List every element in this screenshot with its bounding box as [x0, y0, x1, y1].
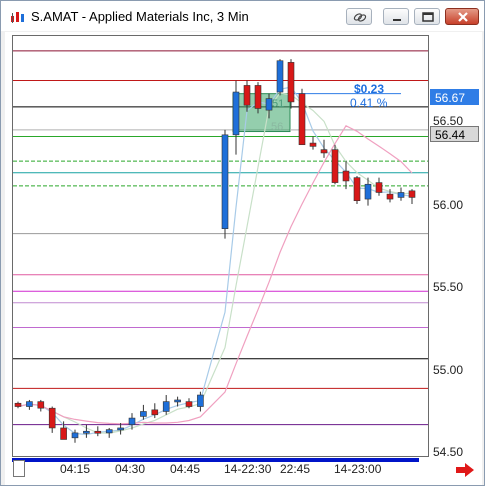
maximize-button[interactable]	[414, 8, 440, 25]
candle-body	[14, 402, 22, 407]
title-bar[interactable]: S.AMAT - Applied Materials Inc, 3 Min	[1, 1, 484, 31]
candle-body	[105, 429, 113, 434]
y-tick-label: 56.00	[433, 198, 464, 212]
candle-body	[243, 85, 251, 106]
candle-body	[185, 401, 193, 407]
position-entry-label: 51	[272, 98, 285, 110]
candle-body	[364, 183, 372, 200]
candle-body	[353, 177, 361, 202]
candle-body	[140, 411, 147, 417]
candle-body	[26, 401, 33, 407]
scroll-right-arrow-icon[interactable]	[456, 463, 474, 477]
candle-body	[342, 170, 350, 182]
link-icon	[353, 13, 367, 22]
chart-area[interactable]: $0.23 0.41 % 51 56 56.50 56.00 55.50 55.…	[5, 32, 482, 485]
last-price-badge: 56.67	[430, 89, 479, 105]
minimize-icon	[393, 19, 401, 21]
close-button[interactable]	[445, 8, 479, 25]
candle-body	[221, 134, 229, 230]
candle-body	[375, 182, 383, 193]
candle-body	[48, 407, 56, 429]
y-tick-label: 54.50	[433, 445, 464, 459]
scroll-position-box[interactable]	[13, 460, 25, 477]
candle-body	[174, 399, 181, 403]
x-tick-label: 22:45	[280, 462, 311, 476]
position-profit: $0.23	[354, 82, 385, 96]
candle-body	[309, 142, 317, 147]
candle-body	[254, 85, 262, 109]
candle-body	[71, 432, 79, 439]
close-icon	[458, 12, 468, 22]
candle-body	[232, 91, 240, 136]
minimize-button[interactable]	[383, 8, 409, 25]
position-price-badge: 56.44	[430, 126, 479, 142]
candle-body	[287, 62, 295, 103]
x-tick-label: 04:45	[170, 462, 201, 476]
candle-body	[397, 192, 405, 198]
price-plot[interactable]: $0.23 0.41 % 51 56	[12, 35, 429, 457]
x-tick-label: 04:30	[115, 462, 146, 476]
candle-body	[94, 430, 102, 434]
x-tick-label: 14-22:30	[224, 462, 272, 476]
position-percent: 0.41 %	[350, 96, 388, 110]
candle-body	[331, 149, 339, 183]
candle-body	[117, 427, 124, 431]
candle-body	[298, 93, 306, 146]
candle-body	[276, 60, 284, 93]
candle-body	[83, 430, 90, 434]
x-tick-label: 14-23:00	[334, 462, 382, 476]
candle-body	[151, 409, 159, 416]
y-tick-label: 55.50	[433, 280, 464, 294]
candle-body	[197, 394, 204, 407]
mid-moving-average-line	[17, 92, 413, 434]
maximize-icon	[422, 12, 434, 22]
chart-window: S.AMAT - Applied Materials Inc, 3 Min $0…	[0, 0, 485, 486]
position-exit-label: 56	[271, 121, 284, 133]
candle-body	[320, 149, 328, 154]
link-button[interactable]	[346, 8, 372, 25]
time-axis[interactable]: 04:15 04:30 04:45 14-22:30 22:45 14-23:0…	[12, 457, 429, 485]
candle-body	[162, 401, 170, 412]
window-title: S.AMAT - Applied Materials Inc, 3 Min	[31, 9, 249, 24]
y-tick-label: 55.00	[433, 363, 464, 377]
candle-body	[60, 427, 67, 440]
candle-body	[128, 417, 136, 425]
app-icon	[11, 12, 24, 23]
candle-body	[386, 193, 394, 200]
x-tick-label: 04:15	[60, 462, 91, 476]
fast-moving-average-line	[17, 86, 413, 436]
candle-body	[37, 401, 45, 409]
candle-body	[408, 190, 416, 198]
price-axis[interactable]: 56.50 56.00 55.50 55.00 54.50 56.67 56.4…	[429, 35, 482, 459]
